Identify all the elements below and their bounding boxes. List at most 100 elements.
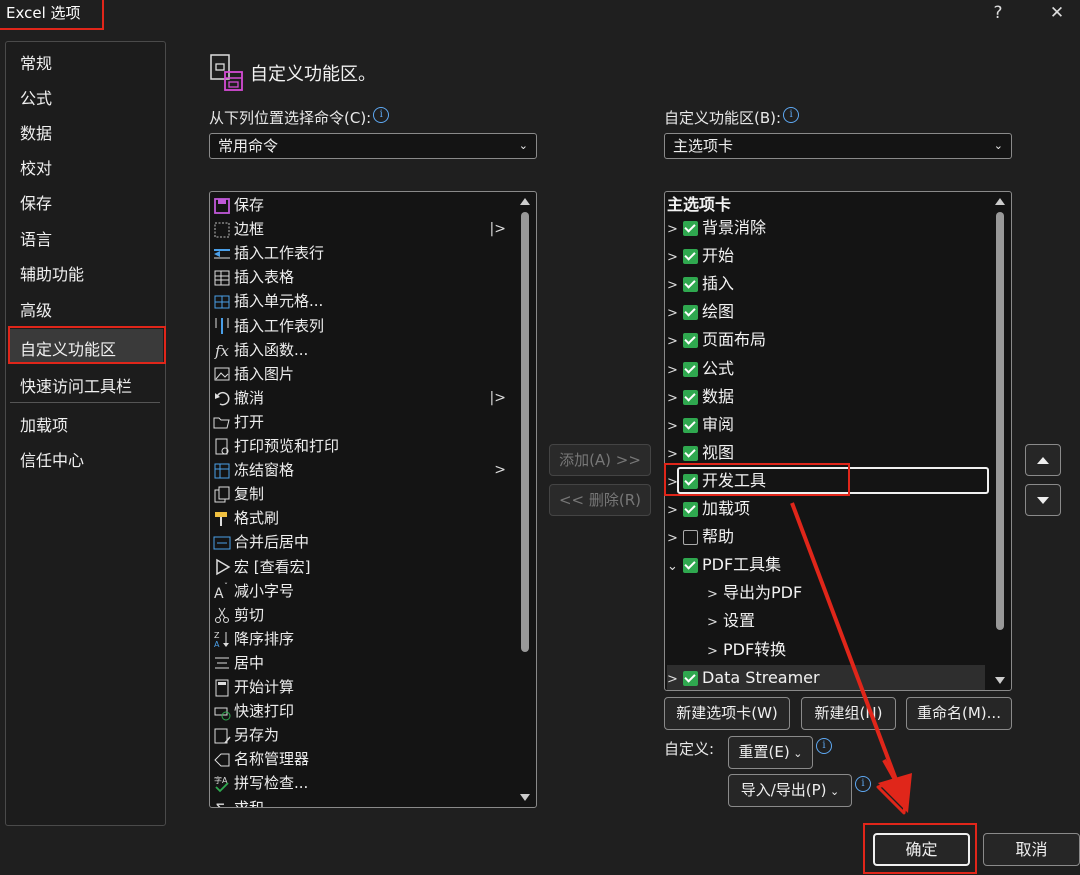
move-up-button[interactable] xyxy=(1025,444,1061,476)
scroll-thumb[interactable] xyxy=(996,212,1004,630)
chevron-right-icon[interactable]: > xyxy=(667,217,683,243)
tree-item[interactable]: > 绘图 xyxy=(667,299,734,325)
tab-checkbox[interactable] xyxy=(683,305,698,321)
command-item[interactable]: 打开 xyxy=(212,410,264,434)
new-tab-button[interactable]: 新建选项卡(W) xyxy=(664,697,790,730)
tab-checkbox[interactable] xyxy=(683,333,698,349)
command-item[interactable]: fx 插入函数... xyxy=(212,338,308,362)
nav-item-accessibility[interactable]: 辅助功能 xyxy=(20,261,84,285)
close-button[interactable]: ✕ xyxy=(1044,0,1070,26)
nav-item-data[interactable]: 数据 xyxy=(20,120,52,144)
nav-item-customize-ribbon[interactable]: 自定义功能区 xyxy=(20,336,116,360)
command-item[interactable]: 字A 拼写检查... xyxy=(212,771,308,795)
nav-item-save[interactable]: 保存 xyxy=(20,190,52,214)
rename-button[interactable]: 重命名(M)... xyxy=(906,697,1012,730)
tree-item[interactable]: > 加载项 xyxy=(667,496,750,522)
scroll-up-icon[interactable] xyxy=(520,198,530,205)
nav-item-advanced[interactable]: 高级 xyxy=(20,297,52,321)
tree-item[interactable]: > 视图 xyxy=(667,440,734,466)
command-item[interactable]: 剪切 xyxy=(212,603,264,627)
tab-checkbox[interactable] xyxy=(683,502,698,517)
command-item[interactable]: 打印预览和打印 xyxy=(212,434,339,458)
chevron-right-icon[interactable]: > xyxy=(707,639,723,665)
chevron-right-icon[interactable]: > xyxy=(667,414,683,440)
command-item[interactable]: 开始计算 xyxy=(212,675,294,699)
info-icon[interactable]: i xyxy=(783,107,800,123)
nav-item-formulas[interactable]: 公式 xyxy=(20,85,52,109)
nav-item-trust-center[interactable]: 信任中心 xyxy=(20,447,84,471)
tab-checkbox[interactable] xyxy=(683,670,698,686)
tab-checkbox[interactable] xyxy=(683,277,698,293)
ribbon-tree-scrollbar[interactable] xyxy=(995,196,1005,684)
command-item[interactable]: A ˇ 减小字号 xyxy=(212,579,294,603)
chevron-right-icon[interactable]: > xyxy=(707,610,723,636)
info-icon[interactable]: i xyxy=(373,107,390,123)
ribbon-dropdown[interactable]: 主选项卡 ⌄ xyxy=(664,133,1012,159)
tree-item[interactable]: > 公式 xyxy=(667,356,734,382)
chevron-right-icon[interactable]: > xyxy=(667,358,683,384)
tree-item[interactable]: > 开始 xyxy=(667,243,734,269)
command-source-dropdown[interactable]: 常用命令 ⌄ xyxy=(209,133,537,159)
scroll-up-icon[interactable] xyxy=(995,198,1005,205)
tab-checkbox[interactable] xyxy=(683,389,698,405)
command-item[interactable]: 插入表格 xyxy=(212,265,294,289)
chevron-right-icon[interactable]: > xyxy=(667,245,683,271)
tree-subitem[interactable]: > 设置 xyxy=(707,608,755,634)
chevron-down-icon[interactable]: ⌄ xyxy=(667,554,683,580)
nav-item-general[interactable]: 常规 xyxy=(20,50,52,74)
command-item[interactable]: 撤消 xyxy=(212,386,264,410)
scroll-thumb[interactable] xyxy=(521,212,529,652)
chevron-right-icon[interactable]: > xyxy=(667,386,683,412)
command-item[interactable]: 插入单元格... xyxy=(212,289,323,313)
command-item[interactable]: 插入工作表行 xyxy=(212,241,324,265)
move-down-button[interactable] xyxy=(1025,484,1061,516)
command-item[interactable]: 复制 xyxy=(212,482,264,506)
nav-item-language[interactable]: 语言 xyxy=(20,226,52,250)
tab-checkbox[interactable] xyxy=(683,417,698,433)
tab-checkbox[interactable] xyxy=(683,445,698,461)
tab-checkbox[interactable] xyxy=(683,221,698,236)
tree-item[interactable]: > 背景消除 xyxy=(667,215,766,241)
chevron-right-icon[interactable]: > xyxy=(667,329,683,355)
chevron-right-icon[interactable]: > xyxy=(707,582,723,608)
scroll-down-icon[interactable] xyxy=(995,677,1005,684)
tab-checkbox[interactable] xyxy=(683,249,698,265)
tab-checkbox[interactable] xyxy=(683,558,698,574)
command-item[interactable]: Z A 降序排序 xyxy=(212,627,294,651)
command-list-scrollbar[interactable] xyxy=(520,196,530,801)
tree-item[interactable]: > 审阅 xyxy=(667,412,734,438)
tree-item[interactable]: > 插入 xyxy=(667,271,734,297)
cancel-button[interactable]: 取消 xyxy=(983,833,1080,866)
tree-item[interactable]: > 帮助 xyxy=(667,524,734,550)
command-item[interactable]: 合并后居中 xyxy=(212,530,309,554)
add-button[interactable]: 添加(A) >> xyxy=(549,444,651,476)
nav-item-proofing[interactable]: 校对 xyxy=(20,155,52,179)
chevron-right-icon[interactable]: > xyxy=(667,301,683,327)
tree-subitem[interactable]: > PDF转换 xyxy=(707,637,786,663)
command-item[interactable]: 边框 xyxy=(212,217,264,241)
chevron-right-icon[interactable]: > xyxy=(667,273,683,299)
tree-item[interactable]: ⌄ PDF工具集 xyxy=(667,552,781,578)
command-item[interactable]: 名称管理器 xyxy=(212,747,309,771)
command-item[interactable]: 冻结窗格 xyxy=(212,458,294,482)
command-item[interactable]: 另存为 xyxy=(212,723,279,747)
scroll-down-icon[interactable] xyxy=(520,794,530,801)
tree-item[interactable]: > 页面布局 xyxy=(667,327,766,353)
command-item[interactable]: 格式刷 xyxy=(212,506,279,530)
command-item[interactable]: Σ 求和 xyxy=(212,796,264,808)
tab-checkbox[interactable] xyxy=(683,530,698,546)
command-item[interactable]: 保存 xyxy=(212,193,264,217)
chevron-right-icon[interactable]: > xyxy=(667,667,683,690)
command-item[interactable]: 宏 [查看宏] xyxy=(212,555,310,579)
nav-item-quick-access[interactable]: 快速访问工具栏 xyxy=(20,373,132,397)
chevron-right-icon[interactable]: > xyxy=(667,526,683,552)
command-list[interactable]: 保存 边框 |> 插入工作表行 插入表格 插入单元格... 插入工作表列 fx 插入函数... 插… xyxy=(209,191,537,808)
command-item[interactable]: 插入图片 xyxy=(212,362,294,386)
tree-item[interactable]: > 数据 xyxy=(667,384,734,410)
command-item[interactable]: 居中 xyxy=(212,651,264,675)
remove-button[interactable]: << 删除(R) xyxy=(549,484,651,516)
command-item[interactable]: 快速打印 xyxy=(212,699,294,723)
command-item[interactable]: 插入工作表列 xyxy=(212,314,324,338)
chevron-right-icon[interactable]: > xyxy=(667,498,683,524)
tab-checkbox[interactable] xyxy=(683,361,698,377)
